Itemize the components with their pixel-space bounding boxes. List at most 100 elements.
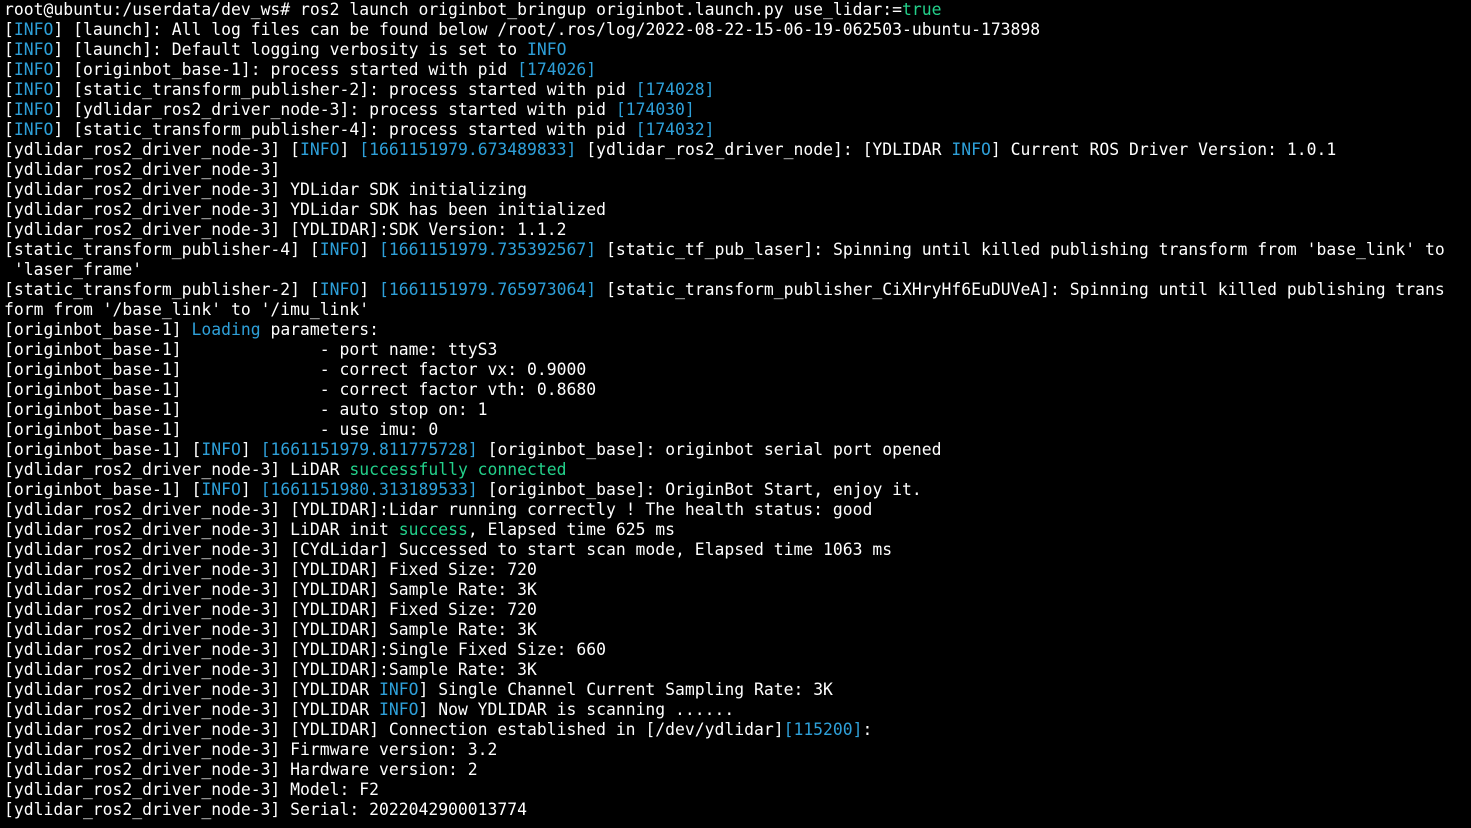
terminal-text-segment: [originbot_base-1] - correct factor vth:… xyxy=(4,380,597,399)
terminal-text-segment: [static_transform_publisher-4] [ xyxy=(4,240,320,259)
terminal-text-segment: [ xyxy=(4,40,14,59)
terminal-text-segment: [originbot_base-1] - correct factor vx: … xyxy=(4,360,587,379)
terminal-text-segment: [174028] xyxy=(635,80,715,99)
terminal-line: [originbot_base-1] Loading parameters: xyxy=(4,320,1471,340)
terminal-line: [ INFO] [launch]: Default logging verbosi… xyxy=(4,40,1471,60)
terminal-text-segment: [ydlidar_ros2_driver_node-3] [YDLIDAR] S… xyxy=(4,620,537,639)
terminal-text-segment: INFO xyxy=(13,80,54,99)
terminal-line: [ydlidar_ros2_driver_node-3] YDLidar SDK… xyxy=(4,180,1471,200)
terminal-text-segment: [ydlidar_ros2_driver_node-3] [YDLIDAR] F… xyxy=(4,600,537,619)
terminal-text-segment: ] Current ROS Driver Version: 1.0.1 xyxy=(990,140,1337,159)
terminal-line: [static_transform_publisher-4] [INFO] [1… xyxy=(4,240,1471,260)
terminal-line: [ydlidar_ros2_driver_node-3] Serial: 202… xyxy=(4,800,1471,820)
terminal-line: [originbot_base-1] - correct factor vth:… xyxy=(4,380,1471,400)
terminal-text-segment: [ydlidar_ros2_driver_node]: [YDLIDAR xyxy=(576,140,952,159)
terminal-line: [ydlidar_ros2_driver_node-3] [YDLIDAR]:L… xyxy=(4,500,1471,520)
terminal-text-segment: [1661151979.735392567] xyxy=(379,240,597,259)
terminal-text-segment: ] [static_transform_publisher-4]: proces… xyxy=(53,120,636,139)
terminal-text-segment: [ydlidar_ros2_driver_node-3] Serial: 202… xyxy=(4,800,528,819)
terminal-text-segment: INFO xyxy=(378,700,419,719)
terminal-text-segment: [ydlidar_ros2_driver_node-3] [ xyxy=(4,140,301,159)
terminal-line: [originbot_base-1] - correct factor vx: … xyxy=(4,360,1471,380)
terminal-line: [ydlidar_ros2_driver_node-3] [YDLIDAR]:S… xyxy=(4,640,1471,660)
terminal-line: [ydlidar_ros2_driver_node-3] [CYdLidar] … xyxy=(4,540,1471,560)
terminal-line: [ydlidar_ros2_driver_node-3] [YDLIDAR IN… xyxy=(4,680,1471,700)
terminal-line: [ydlidar_ros2_driver_node-3] YDLidar SDK… xyxy=(4,200,1471,220)
terminal-text-segment: : xyxy=(862,720,873,739)
terminal-text-segment: [originbot_base]: OriginBot Start, enjoy… xyxy=(477,480,922,499)
terminal-line: [ydlidar_ros2_driver_node-3] Firmware ve… xyxy=(4,740,1471,760)
terminal-text-segment: [originbot_base-1] - port name: ttyS3 xyxy=(4,340,498,359)
terminal-text-segment: [1661151979.673489833] xyxy=(359,140,577,159)
terminal-line: [INFO] [static_transform_publisher-4]: p… xyxy=(4,120,1471,140)
terminal-text-segment: INFO xyxy=(13,120,54,139)
terminal-text-segment: [ydlidar_ros2_driver_node-3] Hardware ve… xyxy=(4,760,478,779)
terminal-text-segment: [ydlidar_ros2_driver_node-3] YDLidar SDK… xyxy=(4,200,606,219)
terminal-text-segment: [ydlidar_ros2_driver_node-3] [YDLIDAR xyxy=(4,680,379,699)
terminal-text-segment: ] Now YDLIDAR is scanning ...... xyxy=(418,700,735,719)
terminal-text-segment: [ydlidar_ros2_driver_node-3] [YDLIDAR]:L… xyxy=(4,500,873,519)
terminal-text-segment: ] [ydlidar_ros2_driver_node-3]: process … xyxy=(53,100,616,119)
terminal-text-segment: INFO xyxy=(300,140,340,159)
terminal-text-segment: [1661151980.313189533] xyxy=(260,480,478,499)
terminal-line: [INFO] [ydlidar_ros2_driver_node-3]: pro… xyxy=(4,100,1471,120)
terminal-text-segment: 'laser_frame' xyxy=(4,260,143,279)
terminal-text-segment: [ydlidar_ros2_driver_node-3] Model: F2 xyxy=(4,780,379,799)
terminal-text-segment: [originbot_base-1] [ xyxy=(4,440,202,459)
terminal-line: [INFO] [originbot_base-1]: process start… xyxy=(4,60,1471,80)
terminal-text-segment: [ydlidar_ros2_driver_node-3] [YDLIDAR]:S… xyxy=(4,660,537,679)
terminal-text-segment: ] [static_transform_publisher-2]: proces… xyxy=(53,80,636,99)
terminal-text-segment: success xyxy=(398,520,468,539)
terminal-text-segment: [ xyxy=(4,120,14,139)
terminal-line: [ydlidar_ros2_driver_node-3] xyxy=(4,160,1471,180)
terminal-text-segment: INFO xyxy=(527,40,567,59)
terminal-text-segment: successfully connected xyxy=(349,460,567,479)
terminal-line: [originbot_base-1] [INFO] [1661151980.31… xyxy=(4,480,1471,500)
terminal-text-segment: , Elapsed time 625 ms xyxy=(467,520,676,539)
terminal-text-segment: true xyxy=(902,0,942,19)
terminal-text-segment: [ydlidar_ros2_driver_node-3] YDLidar SDK… xyxy=(4,180,528,199)
terminal-text-segment: [174026] xyxy=(517,60,597,79)
terminal-text-segment: [originbot_base-1] - use imu: 0 xyxy=(4,420,439,439)
terminal-text-segment: [ydlidar_ros2_driver_node-3] LiDAR init xyxy=(4,520,399,539)
terminal-text-segment: [originbot_base-1] [ xyxy=(4,480,202,499)
terminal-line: [ydlidar_ros2_driver_node-3] [YDLIDAR IN… xyxy=(4,700,1471,720)
terminal-text-segment: [originbot_base-1] xyxy=(4,320,192,339)
terminal-text-segment: ] [launch]: Default logging verbosity is… xyxy=(53,40,528,59)
terminal-line: [INFO] [static_transform_publisher-2]: p… xyxy=(4,80,1471,100)
terminal-text-segment: [ xyxy=(4,60,14,79)
terminal-text-segment: [1661151979.811775728] xyxy=(260,440,478,459)
terminal-text-segment: INFO xyxy=(378,680,419,699)
terminal-text-segment: [ xyxy=(4,100,14,119)
terminal-line: [ydlidar_ros2_driver_node-3] [YDLIDAR] S… xyxy=(4,580,1471,600)
terminal-text-segment: [ydlidar_ros2_driver_node-3] Firmware ve… xyxy=(4,740,498,759)
terminal-line: [ydlidar_ros2_driver_node-3] LiDAR init … xyxy=(4,520,1471,540)
terminal-line: [ydlidar_ros2_driver_node-3] [YDLIDAR]:S… xyxy=(4,220,1471,240)
terminal-line: [ydlidar_ros2_driver_node-3] [YDLIDAR] C… xyxy=(4,720,1471,740)
terminal-text-segment: [static_tf_pub_laser]: Spinning until ki… xyxy=(596,240,1445,259)
terminal-text-segment: ] Single Channel Current Sampling Rate: … xyxy=(418,680,833,699)
terminal-text-segment: ] xyxy=(359,240,380,259)
terminal-text-segment: ] xyxy=(339,140,360,159)
terminal-text-segment: [ xyxy=(4,20,14,39)
terminal-text-segment: [174030] xyxy=(615,100,695,119)
terminal-text-segment: ] [launch]: All log files can be found b… xyxy=(53,20,1041,39)
terminal-text-segment: root@ubuntu:/userdata/dev_ws# ros2 launc… xyxy=(4,0,902,19)
terminal-line: [originbot_base-1] [INFO] [1661151979.81… xyxy=(4,440,1471,460)
terminal-window[interactable]: root@ubuntu:/userdata/dev_ws# ros2 launc… xyxy=(0,0,1471,828)
terminal-line: [originbot_base-1] - use imu: 0 xyxy=(4,420,1471,440)
terminal-line: 'laser_frame' xyxy=(4,260,1471,280)
terminal-text-segment: [1661151979.765973064] xyxy=(379,280,597,299)
terminal-text-segment: [ xyxy=(4,80,14,99)
terminal-text-segment: [ydlidar_ros2_driver_node-3] [CYdLidar] … xyxy=(4,540,893,559)
terminal-text-segment: INFO xyxy=(201,480,241,499)
terminal-text-segment: [ydlidar_ros2_driver_node-3] [YDLIDAR] C… xyxy=(4,720,784,739)
terminal-text-segment: [static_transform_publisher_CiXHryHf6EuD… xyxy=(596,280,1445,299)
terminal-text-segment: INFO xyxy=(13,20,54,39)
terminal-text-segment: INFO xyxy=(951,140,991,159)
terminal-line: form from '/base_link' to '/imu_link' xyxy=(4,300,1471,320)
terminal-text-segment: [115200] xyxy=(783,720,863,739)
terminal-text-segment: [ydlidar_ros2_driver_node-3] [YDLIDAR xyxy=(4,700,379,719)
terminal-text-segment: ] xyxy=(359,280,380,299)
terminal-text-segment: form from '/base_link' to '/imu_link' xyxy=(4,300,370,319)
